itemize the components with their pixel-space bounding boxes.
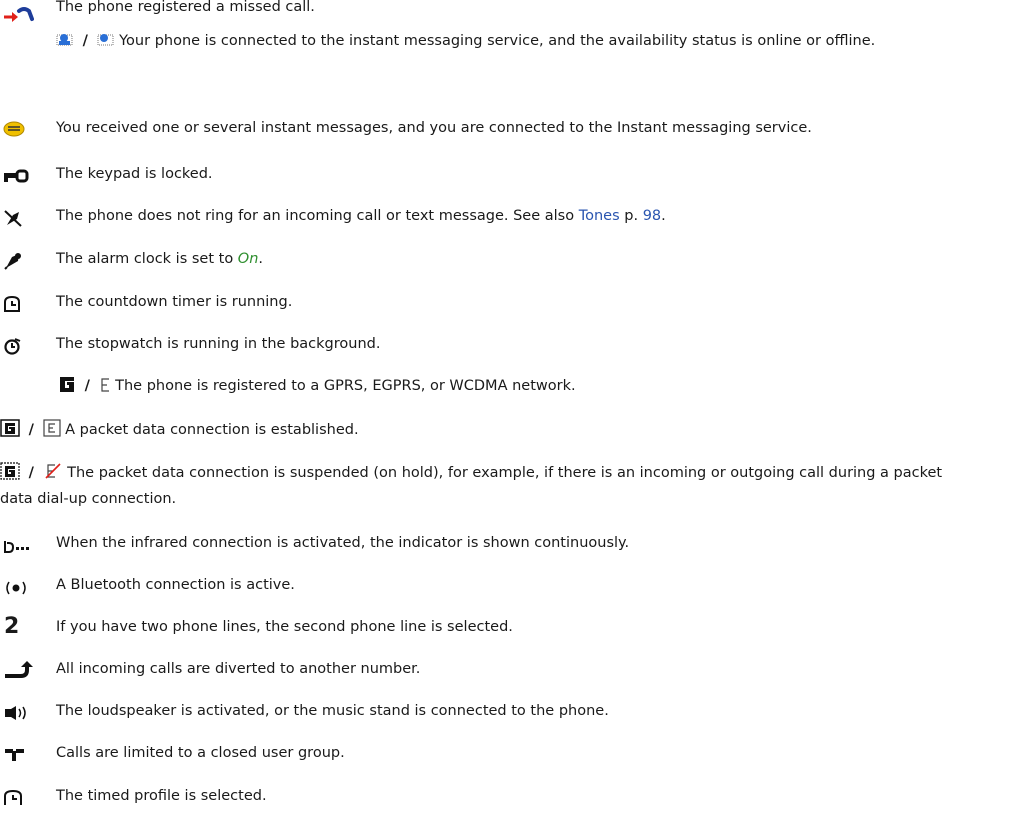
entry-text: The phone is registered to a GPRS, EGPRS… xyxy=(115,378,576,394)
egprs-active-icon xyxy=(42,419,61,437)
entry-text: Calls are limited to a closed user group… xyxy=(56,745,345,761)
closed-user-group-icon xyxy=(5,749,24,761)
entry-text: When the infrared connection is activate… xyxy=(56,535,630,551)
entry-text-end: . xyxy=(258,251,264,267)
entry-text: The timed profile is selected. xyxy=(56,788,267,804)
entry-text: The stopwatch is running in the backgrou… xyxy=(56,336,381,352)
silent-icon xyxy=(4,210,22,227)
infrared-icon xyxy=(4,541,29,553)
entry-text: A Bluetooth connection is active. xyxy=(56,577,295,593)
bluetooth-icon xyxy=(6,581,26,595)
im-offline-icon xyxy=(97,34,114,46)
timed-profile-icon xyxy=(4,789,22,805)
loudspeaker-icon xyxy=(5,706,26,720)
entry-text: You received one or several instant mess… xyxy=(56,120,812,136)
instant-message-icon xyxy=(3,121,25,137)
icon-separator: / xyxy=(82,33,88,49)
entry-text: A packet data connection is established. xyxy=(65,422,359,438)
countdown-timer-icon xyxy=(4,295,20,312)
entry-text: The phone registered a missed call. xyxy=(56,0,315,15)
icon-separator: / xyxy=(28,422,34,438)
entry-text: The phone does not ring for an incoming … xyxy=(56,208,579,224)
egprs-suspended-icon xyxy=(44,463,61,479)
gprs-icon xyxy=(60,377,74,392)
phone-line-2-icon: 2 xyxy=(4,614,20,639)
on-value: On xyxy=(237,251,259,267)
entry-text: All incoming calls are diverted to anoth… xyxy=(56,661,421,677)
gprs-suspended-icon xyxy=(0,462,20,480)
entry-text-mid: p. xyxy=(619,208,643,224)
entry-text: Your phone is connected to the instant m… xyxy=(119,33,876,49)
icon-separator: / xyxy=(28,465,34,481)
call-divert-icon xyxy=(5,661,33,678)
icon-separator: / xyxy=(84,378,90,394)
page-98-link[interactable]: 98 xyxy=(643,208,661,224)
entry-text: The packet data connection is suspended … xyxy=(0,465,943,507)
entry-text: The loudspeaker is activated, or the mus… xyxy=(56,703,609,719)
gprs-active-icon xyxy=(0,419,20,437)
missed-call-icon xyxy=(4,7,34,22)
entry-text: If you have two phone lines, the second … xyxy=(56,619,513,635)
entry-text: The alarm clock is set to xyxy=(56,251,238,267)
im-online-icon xyxy=(56,34,73,46)
alarm-clock-icon xyxy=(4,253,21,270)
entry-text-end: . xyxy=(661,208,666,224)
tones-link[interactable]: Tones xyxy=(579,208,620,224)
stopwatch-icon xyxy=(4,338,21,355)
entry-text: The countdown timer is running. xyxy=(56,294,293,310)
keypad-locked-icon xyxy=(4,169,29,183)
egprs-icon xyxy=(100,378,109,392)
entry-text: The keypad is locked. xyxy=(56,166,213,182)
